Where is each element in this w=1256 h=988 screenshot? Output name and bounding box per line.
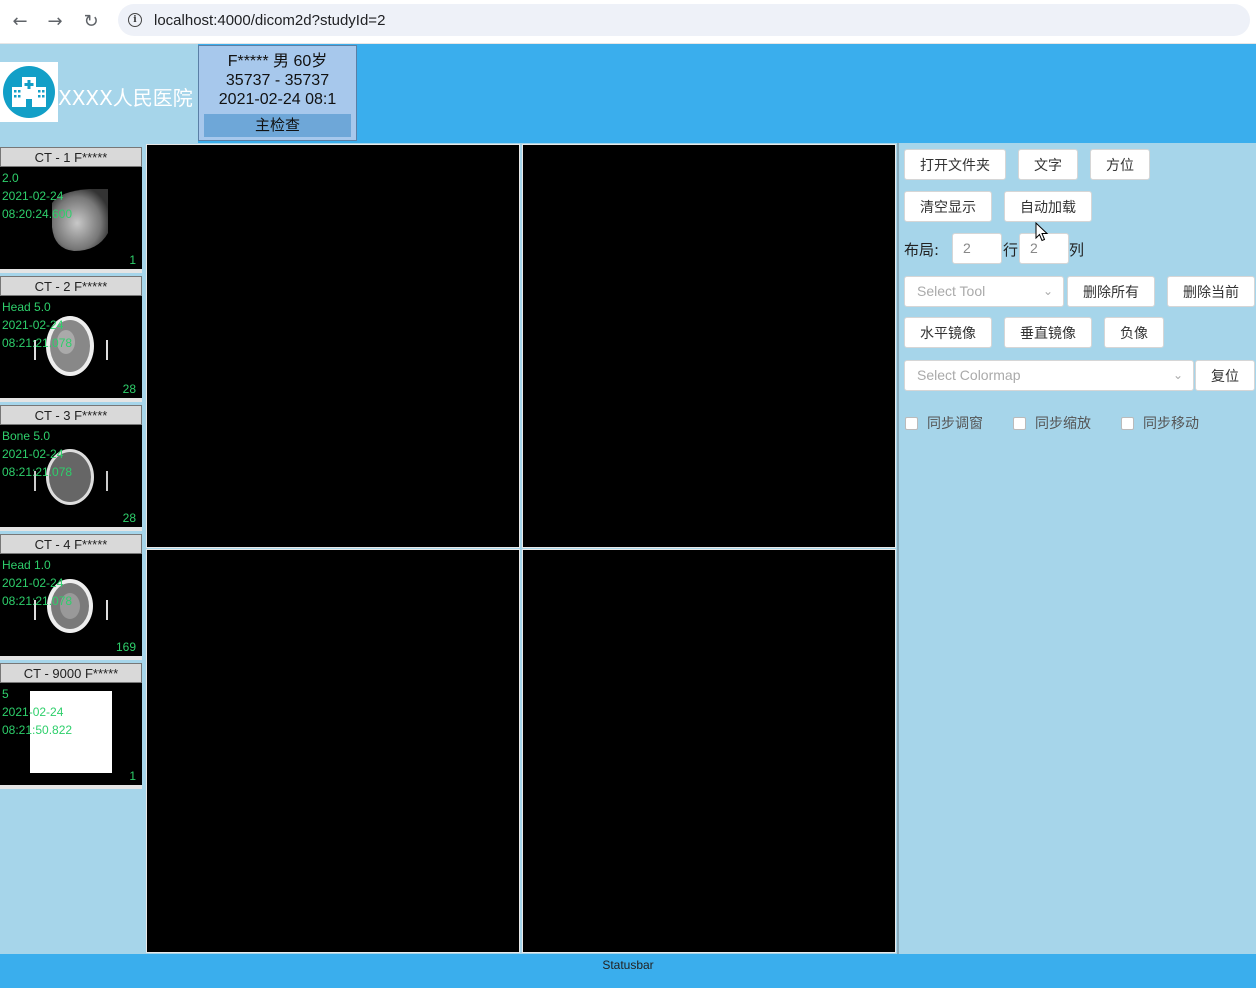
series-date: 2021-02-24 — [2, 576, 64, 590]
hospital-logo — [0, 62, 58, 122]
series-description: 5 — [2, 687, 9, 701]
browser-toolbar: ← → ↻ i localhost:4000/dicom2d?studyId=2 — [0, 0, 1256, 44]
viewport-grid — [145, 143, 897, 954]
patient-id: 35737 - 35737 — [225, 72, 330, 89]
sync-zoom-option[interactable]: 同步缩放 — [1013, 413, 1091, 433]
chevron-down-icon: ⌄ — [1172, 368, 1183, 382]
study-datetime: 2021-02-24 08:1 — [218, 91, 337, 108]
sync-zoom-label: 同步缩放 — [1035, 416, 1091, 432]
cols-label: 列 — [1069, 241, 1085, 259]
series-description: Bone 5.0 — [2, 429, 51, 443]
series-item-2[interactable]: CT - 2 F***** Head 5.0 2021-02-24 08:21:… — [0, 276, 142, 402]
open-folder-button[interactable]: 打开文件夹 — [904, 149, 1006, 180]
reset-button[interactable]: 复位 — [1195, 360, 1255, 391]
app-header: XXXX人民医院 F***** 男 60岁 35737 - 35737 2021… — [0, 44, 1256, 143]
delete-all-button[interactable]: 删除所有 — [1067, 276, 1155, 307]
main-exam-tab[interactable]: 主检查 — [204, 114, 351, 137]
series-time: 08:20:24.600 — [2, 207, 73, 221]
info-icon[interactable]: i — [128, 13, 142, 27]
series-time: 08:21:21.078 — [2, 594, 73, 608]
flip-horizontal-button[interactable]: 水平镜像 — [904, 317, 992, 348]
series-item-4[interactable]: CT - 4 F***** Head 1.0 2021-02-24 08:21:… — [0, 534, 142, 660]
viewport-1[interactable] — [146, 144, 520, 548]
select-tool-dropdown[interactable]: Select Tool ⌄ — [904, 276, 1064, 307]
hospital-name: XXXX人民医院 — [58, 86, 193, 110]
flip-vertical-button[interactable]: 垂直镜像 — [1004, 317, 1092, 348]
sync-window-label: 同步调窗 — [927, 416, 983, 432]
invert-button[interactable]: 负像 — [1104, 317, 1164, 348]
series-date: 2021-02-24 — [2, 189, 64, 203]
sync-pan-checkbox[interactable] — [1121, 416, 1134, 430]
series-title: CT - 3 F***** — [0, 405, 142, 425]
select-tool-placeholder: Select Tool — [917, 283, 986, 299]
logo-area: XXXX人民医院 — [0, 44, 198, 143]
address-bar[interactable]: i localhost:4000/dicom2d?studyId=2 — [118, 4, 1250, 36]
series-description: Head 5.0 — [2, 300, 51, 314]
forward-arrow-icon[interactable]: → — [42, 8, 68, 34]
select-colormap-dropdown[interactable]: Select Colormap ⌄ — [904, 360, 1194, 391]
back-arrow-icon[interactable]: ← — [7, 8, 33, 34]
viewport-3[interactable] — [146, 549, 520, 953]
series-title: CT - 9000 F***** — [0, 663, 142, 683]
series-time: 08:21:50.822 — [2, 723, 73, 737]
series-image-count: 1 — [129, 253, 136, 267]
series-image-count: 28 — [122, 511, 136, 525]
series-time: 08:21:21.078 — [2, 465, 73, 479]
viewport-4[interactable] — [522, 549, 896, 953]
orientation-button[interactable]: 方位 — [1090, 149, 1150, 180]
url-text: localhost:4000/dicom2d?studyId=2 — [154, 11, 386, 29]
sync-zoom-checkbox[interactable] — [1013, 416, 1026, 430]
series-description: Head 1.0 — [2, 558, 51, 572]
series-date: 2021-02-24 — [2, 447, 64, 461]
sync-window-checkbox[interactable] — [905, 416, 918, 430]
patient-name-gender-age: F***** 男 60岁 — [227, 53, 328, 70]
series-title: CT - 1 F***** — [0, 147, 142, 167]
sync-pan-label: 同步移动 — [1143, 416, 1199, 432]
series-image-count: 28 — [122, 382, 136, 396]
series-description: 2.0 — [2, 171, 19, 185]
series-item-5[interactable]: CT - 9000 F***** 5 2021-02-24 08:21:50.8… — [0, 663, 142, 789]
viewport-2[interactable] — [522, 144, 896, 548]
mouse-cursor-icon — [1035, 222, 1049, 242]
delete-current-button[interactable]: 删除当前 — [1167, 276, 1255, 307]
text-button[interactable]: 文字 — [1018, 149, 1078, 180]
clear-display-button[interactable]: 清空显示 — [904, 191, 992, 222]
layout-label: 布局: — [904, 241, 940, 259]
patient-info-card[interactable]: F***** 男 60岁 35737 - 35737 2021-02-24 08… — [198, 45, 357, 141]
layout-rows-input[interactable]: 2 — [952, 233, 1002, 264]
series-title: CT - 2 F***** — [0, 276, 142, 296]
series-date: 2021-02-24 — [2, 705, 64, 719]
sync-window-option[interactable]: 同步调窗 — [905, 413, 983, 433]
statusbar: Statusbar — [0, 954, 1256, 988]
chevron-down-icon: ⌄ — [1042, 284, 1053, 298]
series-item-1[interactable]: CT - 1 F***** 2.0 2021-02-24 08:20:24.60… — [0, 147, 142, 273]
series-image-count: 1 — [129, 769, 136, 783]
rows-label: 行 — [1003, 241, 1019, 259]
reload-icon[interactable]: ↻ — [78, 8, 104, 34]
series-date: 2021-02-24 — [2, 318, 64, 332]
hospital-building-icon — [3, 66, 55, 118]
series-time: 08:21:21.078 — [2, 336, 73, 350]
series-list-panel: CT - 1 F***** 2.0 2021-02-24 08:20:24.60… — [0, 143, 145, 954]
series-image-count: 169 — [115, 640, 136, 654]
select-colormap-placeholder: Select Colormap — [917, 367, 1021, 383]
series-title: CT - 4 F***** — [0, 534, 142, 554]
auto-load-button[interactable]: 自动加载 — [1004, 191, 1092, 222]
tool-panel: 打开文件夹 文字 方位 清空显示 自动加载 布局: 2 行 2 列 Select… — [897, 143, 1256, 954]
series-item-3[interactable]: CT - 3 F***** Bone 5.0 2021-02-24 08:21:… — [0, 405, 142, 531]
sync-pan-option[interactable]: 同步移动 — [1121, 413, 1199, 433]
